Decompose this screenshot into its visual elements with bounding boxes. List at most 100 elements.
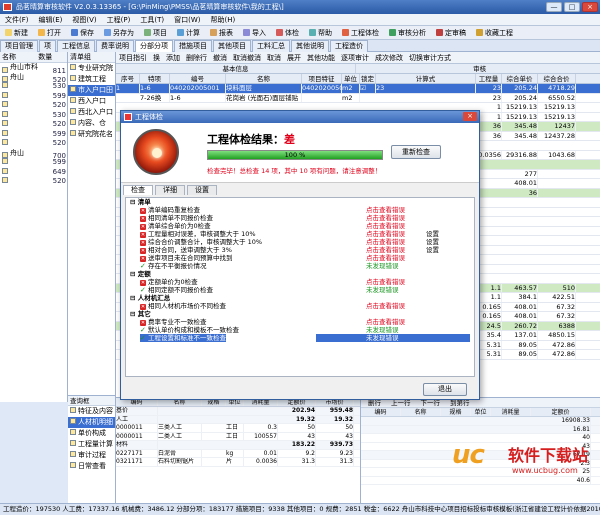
resource-row[interactable]: 基价 202.94 959.48 [116,407,360,416]
grid-toolbar-button[interactable]: 取消撤消 [230,52,264,63]
menu-item[interactable]: 编辑(E) [34,14,68,26]
view-errors-link[interactable]: 点击查看错误 [366,254,405,262]
minimize-button[interactable]: — [546,2,562,12]
query-item[interactable]: 单价构成 [68,428,115,439]
view-errors-link[interactable]: 点击查看错误 [366,246,405,254]
menu-item[interactable]: 文件(F) [0,14,34,26]
check-item[interactable]: ✕ 相同清单不同报价检查 点击查看错误 [126,214,474,222]
query-item[interactable]: 审计过程 [68,450,115,461]
tab[interactable]: 费率说明 [96,40,134,52]
toolbar-button[interactable]: 体检 [272,27,303,38]
toolbar-button[interactable]: 打开 [34,27,65,38]
tab[interactable]: 项 [39,40,56,52]
view-errors-link[interactable]: 点击查看错误 [366,214,405,222]
toolbar-button[interactable]: 另存为 [100,27,138,38]
tree-item[interactable]: 建筑工程 [68,74,115,85]
check-item[interactable]: ⊟ 定额 [126,270,474,278]
project-row[interactable]: 520 [0,120,67,130]
check-item[interactable]: ✕ 相同人材机市场价不同检查 点击查看错误 [126,302,474,310]
project-row[interactable]: 520 [0,101,67,111]
query-item[interactable]: 人材机明细 [68,417,115,428]
project-row[interactable]: 599 [0,158,67,168]
toolbar-button[interactable]: 计算 [173,27,204,38]
toolbar-button[interactable]: 帮助 [305,27,336,38]
grid-toolbar-button[interactable]: 切换审计方式 [406,52,454,63]
check-item[interactable]: ✕ 清单综合单价为0检查 点击查看错误 [126,222,474,230]
grid-toolbar-button[interactable]: 取消 [264,52,284,63]
toolbar-button[interactable]: 收藏工程 [472,27,517,38]
grid-toolbar-button[interactable]: 撤消 [210,52,230,63]
settings-link[interactable]: 设置 [426,238,439,246]
tree-item[interactable]: 专业研究院 [68,63,115,74]
settings-link[interactable]: 设置 [426,246,439,254]
menu-item[interactable]: 帮助(H) [205,14,240,26]
check-item[interactable]: ✕ 清单编码重复检查 点击查看错误 [126,206,474,214]
tab[interactable]: 项目管理 [0,40,38,52]
tab[interactable]: 其他说明 [291,40,329,52]
grid-toolbar-button[interactable]: 换 [150,52,163,63]
tab[interactable]: 措施项目 [174,40,212,52]
grid-toolbar-button[interactable]: 项目指引 [116,52,150,63]
dialog-close-button[interactable]: × [463,112,477,121]
query-item[interactable]: 日常查看 [68,461,115,472]
grid-toolbar-button[interactable]: 逐项审计 [338,52,372,63]
toolbar-button[interactable]: 项目 [140,27,171,38]
toolbar-button[interactable]: 报表 [206,27,237,38]
check-item[interactable]: ✕ 定额单价为0检查 点击查看错误 [126,278,474,286]
check-item[interactable]: ✕ 相对合同，送审调整大于 3% 点击查看错误 设置 [126,246,474,254]
view-errors-link[interactable]: 点击查看错误 [366,222,405,230]
project-row[interactable]: 649 [0,167,67,178]
dialog-tab[interactable]: 设置 [187,185,217,195]
grid-row[interactable]: 7-26换 1-6 花岗岩 (光面石)面层铺贴 m2 23 205.24 6550.52 [116,93,600,103]
exit-button[interactable]: 退出 [423,383,467,396]
tab[interactable]: 分部分项 [135,40,173,52]
check-item[interactable]: ✕ 工程量相对误差，审核调整大于 10% 点击查看错误 设置 [126,230,474,238]
resource-row[interactable]: 0000011 二类人工 工日 100557 43 43 [116,432,360,441]
toolbar-button[interactable]: 工程体检 [338,27,383,38]
toolbar-button[interactable]: 保存 [67,27,98,38]
toolbar-button[interactable]: 定审稿 [432,27,470,38]
expand-icon[interactable]: ⊟ [130,198,138,206]
tree-item[interactable]: 西入户口 [68,96,115,107]
project-row[interactable]: 舟山 700 [0,149,67,158]
check-item[interactable]: ⊟ 清单 [126,198,474,206]
recheck-button[interactable]: 重新检查 [391,145,441,159]
resource-row[interactable]: 0000011 三类人工 工日 0.3 50 50 [116,424,360,433]
check-item[interactable]: ⊟ 其它 [126,310,474,318]
menu-item[interactable]: 窗口(W) [169,14,205,26]
dialog-tab[interactable]: 检查 [123,185,153,195]
grid-toolbar-button[interactable]: 其他功能 [304,52,338,63]
query-item[interactable]: 工程量计算 [68,439,115,450]
settings-link[interactable]: 设置 [426,230,439,238]
toolbar-button[interactable]: 导入 [239,27,270,38]
tree-item[interactable]: 西北入户口 [68,107,115,118]
check-item[interactable]: ✕ 费率专业不一致检查 点击查看错误 [126,318,474,326]
project-row[interactable]: 530 [0,110,67,121]
expand-icon[interactable]: ⊟ [130,270,138,278]
grid-toolbar-button[interactable]: 成次修改 [372,52,406,63]
tab[interactable]: 工程信息 [57,40,95,52]
menu-item[interactable]: 视图(V) [67,14,101,26]
project-row[interactable]: 520 [0,177,67,187]
check-item[interactable]: ✕ 综合合价调整合计，审核调整大于 10% 点击查看错误 设置 [126,238,474,246]
grid-toolbar-button[interactable]: 展开 [284,52,304,63]
check-item[interactable]: ✓ 默认单价构成和模板不一致检查 未发现错误 [126,326,474,334]
tab[interactable]: 工料汇总 [252,40,290,52]
check-item[interactable]: ✓ 相同定额不同报价检查 未发现错误 [126,286,474,294]
audit-resource-row[interactable]: 16908.33 [361,417,600,426]
view-errors-link[interactable]: 点击查看错误 [366,318,405,326]
tree-item[interactable]: 市入户口田 [68,85,115,96]
maximize-button[interactable]: □ [564,2,580,12]
project-row[interactable]: 599 [0,129,67,140]
expand-icon[interactable]: ⊟ [130,310,138,318]
tab[interactable]: 工程造价 [330,40,368,52]
grid-toolbar-button[interactable]: 删除行 [183,52,210,63]
resource-row[interactable]: 材料 183.22 939.73 [116,441,360,450]
check-item[interactable]: ✓ 工程设置和标准不一致检查 未发现错误 [126,334,474,342]
expand-icon[interactable]: ⊟ [130,294,138,302]
tree-item[interactable]: 内容、仓 [68,118,115,129]
project-row[interactable]: 599 [0,91,67,102]
audit-resource-row[interactable]: 16.81 [361,425,600,434]
tree-item[interactable]: 研究院花名 [68,129,115,140]
view-errors-link[interactable]: 点击查看错误 [366,302,405,310]
